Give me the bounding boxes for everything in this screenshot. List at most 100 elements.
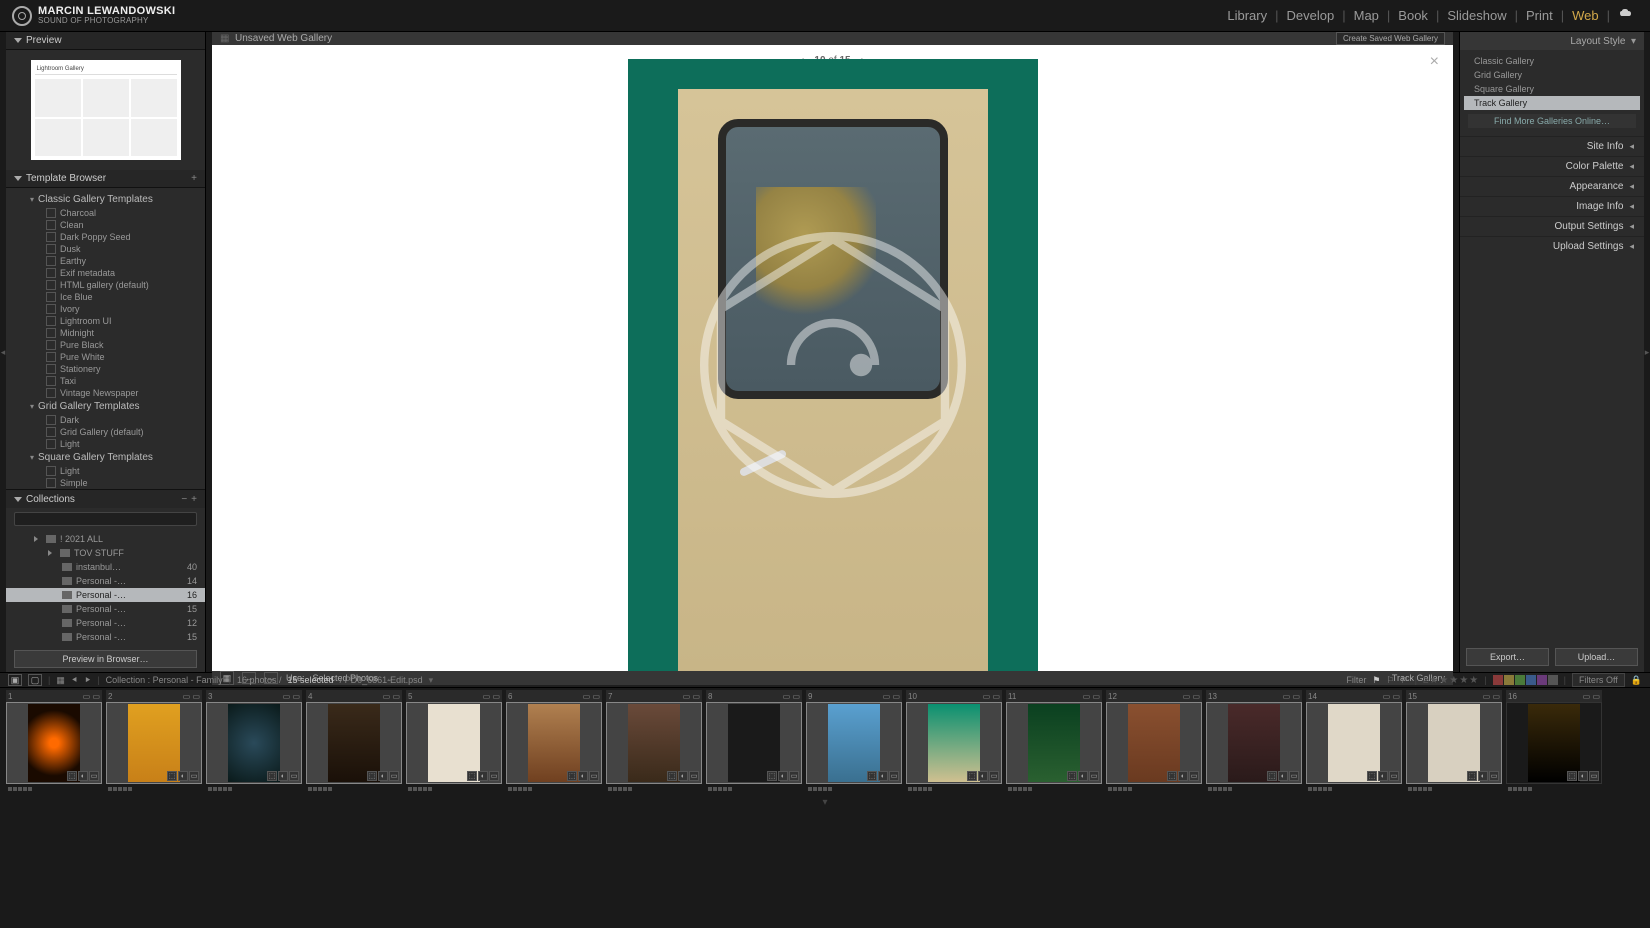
panel-section[interactable]: Site Info bbox=[1460, 136, 1644, 156]
filmstrip-thumb[interactable]: 10▭ ▭⬚◐▭ bbox=[906, 690, 1002, 794]
filmstrip-thumb[interactable]: 15▭ ▭⬚◐▭ bbox=[1406, 690, 1502, 794]
filmstrip-thumb[interactable]: 14▭ ▭⬚◐▭ bbox=[1306, 690, 1402, 794]
template-item[interactable]: Exif metadata bbox=[6, 267, 205, 279]
layout-style-header[interactable]: Layout Style ▾ bbox=[1460, 32, 1644, 50]
panel-section[interactable]: Image Info bbox=[1460, 196, 1644, 216]
collection-item[interactable]: instanbul…40 bbox=[6, 560, 205, 574]
template-item[interactable]: Dusk bbox=[6, 243, 205, 255]
template-item[interactable]: Dark bbox=[6, 414, 205, 426]
filmstrip-thumb[interactable]: 3▭ ▭⬚◐▭ bbox=[206, 690, 302, 794]
collection-item[interactable]: Personal -…12 bbox=[6, 616, 205, 630]
filmstrip-thumb[interactable]: 13▭ ▭⬚◐▭ bbox=[1206, 690, 1302, 794]
collection-item[interactable]: Personal -…15 bbox=[6, 630, 205, 644]
template-item[interactable]: Midnight bbox=[6, 327, 205, 339]
filter-lock-icon[interactable]: 🔒 bbox=[1631, 675, 1642, 686]
filmstrip-thumb[interactable]: 1▭ ▭⬚◐▭ bbox=[6, 690, 102, 794]
right-handle[interactable]: ▸ bbox=[1644, 32, 1650, 672]
template-group[interactable]: Classic Gallery Templates bbox=[6, 192, 205, 207]
collections-filter[interactable] bbox=[14, 512, 197, 526]
template-item[interactable]: Earthy bbox=[6, 255, 205, 267]
template-item[interactable]: Clean bbox=[6, 219, 205, 231]
filmstrip-thumb[interactable]: 9▭ ▭⬚◐▭ bbox=[806, 690, 902, 794]
filmstrip-thumb[interactable]: 6▭ ▭⬚◐▭ bbox=[506, 690, 602, 794]
filmstrip-thumb[interactable]: 12▭ ▭⬚◐▭ bbox=[1106, 690, 1202, 794]
filmstrip-thumb[interactable]: 8▭ ▭⬚◐▭ bbox=[706, 690, 802, 794]
second-window-icon[interactable]: ▢ bbox=[28, 674, 42, 686]
filmstrip-thumb[interactable]: 2▭ ▭⬚◐▭ bbox=[106, 690, 202, 794]
create-saved-gallery-button[interactable]: Create Saved Web Gallery bbox=[1336, 32, 1445, 45]
bottom-handle[interactable]: ▾ bbox=[0, 798, 1650, 806]
template-item[interactable]: Pure Black bbox=[6, 339, 205, 351]
collection-item[interactable]: Personal -…16 bbox=[6, 588, 205, 602]
grid-icon[interactable]: ▦ bbox=[56, 675, 65, 686]
preview-thumb: Lightroom Gallery bbox=[31, 60, 181, 160]
filmstrip-thumb[interactable]: 5▭ ▭⬚◐▭ bbox=[406, 690, 502, 794]
template-browser-header[interactable]: Template Browser + bbox=[6, 170, 205, 188]
module-web[interactable]: Web bbox=[1568, 8, 1603, 23]
main-photo[interactable] bbox=[628, 59, 1038, 671]
template-item[interactable]: Ivory bbox=[6, 303, 205, 315]
panel-section[interactable]: Output Settings bbox=[1460, 216, 1644, 236]
color-label-filter[interactable] bbox=[1493, 675, 1558, 685]
template-item[interactable]: Lightroom UI bbox=[6, 315, 205, 327]
filters-off-button[interactable]: Filters Off bbox=[1572, 673, 1625, 687]
module-map[interactable]: Map bbox=[1350, 8, 1383, 23]
photo-count: 16 photos / bbox=[237, 675, 282, 685]
flag-picked-icon[interactable]: ⚑ bbox=[1372, 675, 1380, 686]
module-develop[interactable]: Develop bbox=[1283, 8, 1339, 23]
find-more-galleries[interactable]: Find More Galleries Online… bbox=[1468, 114, 1636, 128]
plus-icon[interactable]: + bbox=[191, 494, 197, 505]
module-book[interactable]: Book bbox=[1394, 8, 1432, 23]
filmstrip-thumb[interactable]: 11▭ ▭⬚◐▭ bbox=[1006, 690, 1102, 794]
go-fwd-icon[interactable]: ⯈ bbox=[84, 675, 91, 686]
collection-item[interactable]: TOV STUFF bbox=[6, 546, 205, 560]
main-window-icon[interactable]: ▣ bbox=[8, 674, 22, 686]
upload-button[interactable]: Upload… bbox=[1555, 648, 1638, 666]
gallery-style-item[interactable]: Classic Gallery bbox=[1464, 54, 1640, 68]
gallery-style-item[interactable]: Track Gallery bbox=[1464, 96, 1640, 110]
panel-section[interactable]: Upload Settings bbox=[1460, 236, 1644, 256]
template-item[interactable]: Vintage Newspaper bbox=[6, 387, 205, 399]
template-item[interactable]: Stationery bbox=[6, 363, 205, 375]
filmstrip-thumb[interactable]: 7▭ ▭⬚◐▭ bbox=[606, 690, 702, 794]
gallery-style-item[interactable]: Square Gallery bbox=[1464, 82, 1640, 96]
rating-filter[interactable]: ≥★★★★★ bbox=[1423, 675, 1478, 686]
template-item[interactable]: Light bbox=[6, 465, 205, 477]
template-item[interactable]: Light bbox=[6, 438, 205, 450]
breadcrumb[interactable]: Collection : Personal - Family bbox=[106, 675, 223, 685]
preview-in-browser-button[interactable]: Preview in Browser… bbox=[14, 650, 197, 668]
sync-icon[interactable] bbox=[1614, 8, 1638, 23]
filmstrip[interactable]: 1▭ ▭⬚◐▭2▭ ▭⬚◐▭3▭ ▭⬚◐▭4▭ ▭⬚◐▭5▭ ▭⬚◐▭6▭ ▭⬚… bbox=[0, 688, 1650, 798]
template-tree: Classic Gallery TemplatesCharcoalCleanDa… bbox=[6, 188, 205, 489]
collection-item[interactable]: Personal -…14 bbox=[6, 574, 205, 588]
template-item[interactable]: HTML gallery (default) bbox=[6, 279, 205, 291]
template-item[interactable]: Dark Poppy Seed bbox=[6, 231, 205, 243]
panel-section[interactable]: Color Palette bbox=[1460, 156, 1644, 176]
flag-rejected-icon[interactable]: ⚐ bbox=[1400, 675, 1408, 686]
go-back-icon[interactable]: ⯇ bbox=[71, 675, 78, 686]
minus-icon[interactable]: − bbox=[181, 494, 187, 505]
gallery-style-item[interactable]: Grid Gallery bbox=[1464, 68, 1640, 82]
module-slideshow[interactable]: Slideshow bbox=[1443, 8, 1510, 23]
template-item[interactable]: Pure White bbox=[6, 351, 205, 363]
flag-unpicked-icon[interactable]: ⚐ bbox=[1386, 675, 1394, 686]
template-item[interactable]: Charcoal bbox=[6, 207, 205, 219]
filmstrip-thumb[interactable]: 4▭ ▭⬚◐▭ bbox=[306, 690, 402, 794]
current-file: / PD0_6861-Edit.psd bbox=[340, 675, 423, 685]
template-item[interactable]: Taxi bbox=[6, 375, 205, 387]
filmstrip-thumb[interactable]: 16▭ ▭⬚◐▭ bbox=[1506, 690, 1602, 794]
template-item[interactable]: Ice Blue bbox=[6, 291, 205, 303]
close-icon[interactable]: × bbox=[1430, 53, 1439, 71]
template-item[interactable]: Grid Gallery (default) bbox=[6, 426, 205, 438]
template-group[interactable]: Grid Gallery Templates bbox=[6, 399, 205, 414]
collections-header[interactable]: Collections −+ bbox=[6, 490, 205, 508]
collection-item[interactable]: ! 2021 ALL bbox=[6, 532, 205, 546]
module-library[interactable]: Library bbox=[1223, 8, 1271, 23]
template-item[interactable]: Simple bbox=[6, 477, 205, 489]
preview-header[interactable]: Preview bbox=[6, 32, 205, 50]
template-group[interactable]: Square Gallery Templates bbox=[6, 450, 205, 465]
export-button[interactable]: Export… bbox=[1466, 648, 1549, 666]
module-print[interactable]: Print bbox=[1522, 8, 1557, 23]
panel-section[interactable]: Appearance bbox=[1460, 176, 1644, 196]
collection-item[interactable]: Personal -…15 bbox=[6, 602, 205, 616]
